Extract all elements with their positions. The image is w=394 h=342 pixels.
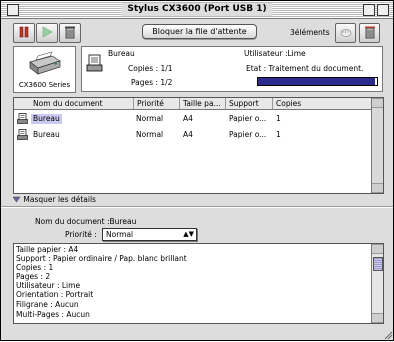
divider: [1, 206, 393, 208]
table-row[interactable]: Bureau Normal A4 Papier o... 1: [14, 111, 371, 126]
current-job-status: Etat : Traitement du document.: [246, 64, 364, 73]
pause-button[interactable]: [13, 23, 35, 43]
priority-select[interactable]: Normal ▲▼: [102, 228, 197, 241]
hold-queue-button[interactable]: Bloquer la file d'attente: [142, 24, 257, 39]
current-job-copies: Copies : 1/1: [128, 64, 173, 73]
column-header-support[interactable]: Support: [226, 98, 273, 109]
job-list-header: Nom du document Priorité Taille pa... Su…: [14, 98, 371, 110]
detail-line: Copies : 1: [16, 263, 54, 272]
column-header-priority[interactable]: Priorité: [134, 98, 180, 109]
scroll-up-arrow[interactable]: [372, 98, 383, 108]
trash-button[interactable]: [359, 23, 380, 43]
document-icon: [17, 129, 29, 142]
resize-grip-icon[interactable]: [383, 330, 393, 340]
priority-label: Priorité :: [65, 230, 97, 239]
job-name-cell[interactable]: Bureau: [33, 127, 60, 142]
print-queue-window: Stylus CX3600 (Port USB 1) Bloquer la fi…: [0, 0, 394, 341]
detail-line: Pages : 2: [16, 272, 51, 281]
detail-line: Utilisateur : Lime: [16, 281, 81, 290]
job-size-cell: A4: [183, 130, 193, 139]
details-scrollbar[interactable]: [371, 244, 383, 323]
job-priority-cell: Normal: [136, 130, 164, 139]
job-support-cell: Papier o...: [229, 114, 267, 123]
window-title: Stylus CX3600 (Port USB 1): [121, 3, 273, 16]
scroll-down-arrow[interactable]: [372, 313, 383, 323]
job-copies-cell: 1: [276, 114, 281, 123]
job-priority-cell: Normal: [136, 114, 164, 123]
job-size-cell: A4: [183, 114, 193, 123]
job-list: Nom du document Priorité Taille pa... Su…: [13, 97, 384, 194]
column-header-copies[interactable]: Copies: [273, 98, 371, 109]
priority-select-value: Normal: [106, 230, 134, 239]
printer-icon: [26, 50, 62, 78]
resume-button[interactable]: [36, 23, 58, 43]
scroll-thumb[interactable]: [373, 257, 383, 271]
printer-name: CX3600 Series: [18, 81, 71, 89]
detail-document-name: Nom du document :Bureau: [35, 217, 137, 226]
detail-line: Taille papier : A4: [16, 245, 79, 254]
triangle-down-icon: [12, 196, 21, 205]
job-support-cell: Papier o...: [229, 130, 267, 139]
details-toggle[interactable]: Masquer les détails: [12, 195, 96, 205]
detail-line: Orientation : Portrait: [16, 290, 94, 299]
detail-line: Filigrane : Aucun: [16, 300, 79, 309]
column-header-size[interactable]: Taille pa...: [180, 98, 226, 109]
delete-job-button[interactable]: [59, 23, 81, 43]
job-progress-fill: [258, 78, 375, 85]
details-text-box[interactable]: Taille papier : A4 Support : Papier ordi…: [13, 243, 384, 324]
detail-line: Support : Papier ordinaire / Pap. blanc …: [16, 254, 187, 263]
table-row[interactable]: Bureau Normal A4 Papier o... 1: [14, 127, 371, 142]
current-job-name: Bureau: [108, 49, 135, 58]
close-box[interactable]: [7, 4, 19, 16]
document-icon: [86, 54, 104, 76]
printer-panel: CX3600 Series: [13, 46, 76, 93]
job-name-cell[interactable]: Bureau: [31, 114, 62, 124]
job-list-scrollbar[interactable]: [371, 98, 383, 193]
document-icon: [17, 113, 29, 126]
item-count: 3éléments: [290, 28, 330, 37]
job-progress-bar: [257, 77, 378, 86]
column-header-name[interactable]: Nom du document: [14, 98, 134, 109]
job-copies-cell: 1: [276, 130, 281, 139]
scroll-up-arrow[interactable]: [372, 244, 383, 254]
hold-job-button[interactable]: [335, 23, 356, 43]
collapse-box[interactable]: [377, 4, 389, 16]
scroll-down-arrow[interactable]: [372, 183, 383, 193]
detail-line: Multi-Pages : Aucun: [16, 310, 90, 319]
details-toggle-label: Masquer les détails: [23, 195, 96, 204]
title-bar[interactable]: Stylus CX3600 (Port USB 1): [1, 1, 393, 19]
current-job-pages: Pages : 1/2: [131, 78, 173, 87]
current-job-user: Utilisateur :Lime: [244, 49, 306, 58]
current-job-info: Bureau Utilisateur :Lime Copies : 1/1 Et…: [81, 46, 383, 92]
updown-arrows-icon: ▲▼: [183, 230, 194, 238]
zoom-box[interactable]: [363, 4, 375, 16]
